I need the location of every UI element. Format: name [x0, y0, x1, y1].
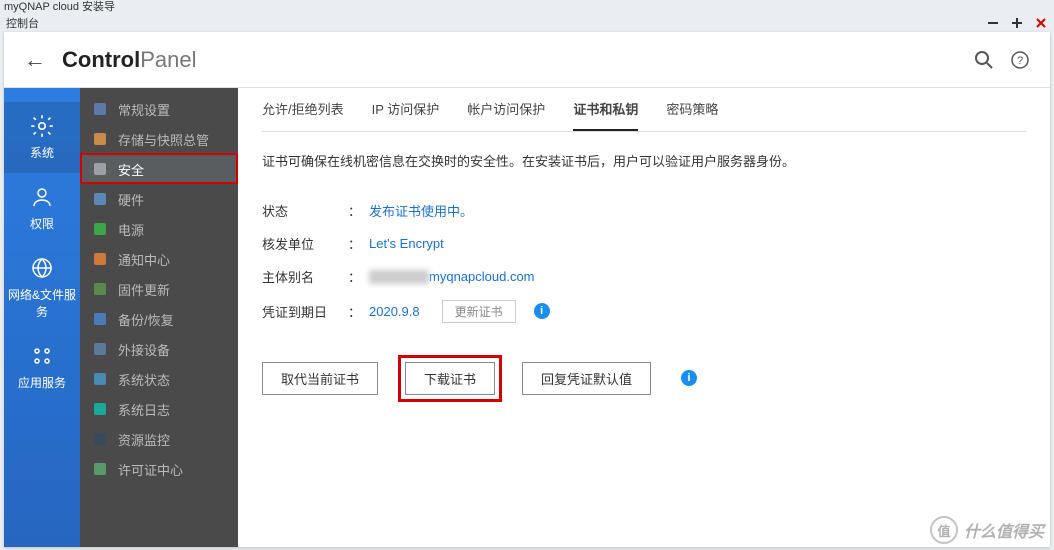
expiry-value: 2020.9.8 — [369, 304, 420, 319]
san-row: 主体别名 ： myqnapcloud.com — [262, 267, 1026, 286]
titlebar: 控制台 — [0, 14, 1054, 32]
info-icon[interactable]: i — [681, 370, 697, 386]
sidebar-item-0[interactable]: 常规设置 — [80, 94, 238, 124]
gear-icon — [28, 112, 56, 140]
svg-text:?: ? — [1017, 55, 1023, 67]
watermark: 值 什么值得买 — [930, 516, 1044, 544]
lock-icon — [92, 161, 108, 177]
sidebar-item-6[interactable]: 固件更新 — [80, 274, 238, 304]
header: ← ControlPanel ? — [4, 32, 1050, 88]
pulse-icon — [92, 431, 108, 447]
sidebar-item-7[interactable]: 备份/恢复 — [80, 304, 238, 334]
issuer-row: 核发单位 ： Let's Encrypt — [262, 234, 1026, 253]
restore-cert-button[interactable]: 回复凭证默认值 — [522, 362, 651, 395]
disk-icon — [92, 131, 108, 147]
globe-icon — [28, 254, 56, 282]
rail-item-0[interactable]: 系统 — [4, 102, 80, 173]
status-label: 状态 — [262, 201, 340, 220]
san-value: myqnapcloud.com — [369, 269, 535, 285]
sidebar-item-4[interactable]: 电源 — [80, 214, 238, 244]
issuer-value: Let's Encrypt — [369, 236, 444, 251]
backup-icon — [92, 311, 108, 327]
issuer-label: 核发单位 — [262, 234, 340, 253]
info-icon[interactable]: i — [534, 303, 550, 319]
rail-item-3[interactable]: 应用服务 — [4, 332, 80, 403]
sidebar-item-5[interactable]: 通知中心 — [80, 244, 238, 274]
status-row: 状态 ： 发布证书使用中。 — [262, 201, 1026, 220]
sidebar-item-9[interactable]: 系统状态 — [80, 364, 238, 394]
tab-4[interactable]: 密码策略 — [666, 88, 718, 131]
tab-1[interactable]: IP 访问保护 — [372, 88, 440, 131]
replace-cert-button[interactable]: 取代当前证书 — [262, 362, 378, 395]
license-icon — [92, 461, 108, 477]
back-arrow-icon[interactable]: ← — [24, 47, 46, 73]
redacted-prefix — [369, 270, 429, 284]
user-icon — [28, 183, 56, 211]
topmost-bar: myQNAP cloud 安装导 — [0, 0, 1054, 14]
tab-bar: 允许/拒绝列表 IP 访问保护帐户访问保护证书和私钥密码策略 — [262, 88, 1026, 132]
minimize-icon[interactable] — [986, 16, 1000, 30]
apps-icon — [28, 342, 56, 370]
expiry-label: 凭证到期日 — [262, 302, 340, 321]
tab-3[interactable]: 证书和私钥 — [573, 88, 638, 131]
content-pane: 允许/拒绝列表 IP 访问保护帐户访问保护证书和私钥密码策略 证书可确保在线机密信… — [238, 88, 1050, 547]
sidebar-item-11[interactable]: 资源监控 — [80, 424, 238, 454]
watermark-text: 什么值得买 — [964, 518, 1044, 542]
control-panel-window: ← ControlPanel ? 系统权限网络&文件服务应用服务 常规设置存储与… — [4, 32, 1050, 547]
usb-icon — [92, 341, 108, 357]
description-text: 证书可确保在线机密信息在交换时的安全性。在安装证书后，用户可以验证用户服务器身份… — [262, 152, 1026, 173]
sidebar-item-12[interactable]: 许可证中心 — [80, 454, 238, 484]
log-icon — [92, 401, 108, 417]
sidebar-item-8[interactable]: 外接设备 — [80, 334, 238, 364]
renew-cert-button[interactable]: 更新证书 — [442, 300, 516, 323]
sidebar-item-10[interactable]: 系统日志 — [80, 394, 238, 424]
clipboard-icon — [92, 101, 108, 117]
sidebar-item-1[interactable]: 存储与快照总管 — [80, 124, 238, 154]
close-icon[interactable] — [1034, 16, 1048, 30]
sidebar-item-3[interactable]: 硬件 — [80, 184, 238, 214]
help-icon[interactable]: ? — [1010, 50, 1030, 70]
tab-2[interactable]: 帐户访问保护 — [467, 88, 545, 131]
watermark-badge: 值 — [930, 516, 958, 544]
rail-item-1[interactable]: 权限 — [4, 173, 80, 244]
search-icon[interactable] — [974, 50, 994, 70]
tab-0[interactable]: 允许/拒绝列表 — [262, 88, 344, 131]
chip-icon — [92, 191, 108, 207]
san-label: 主体别名 — [262, 267, 340, 286]
bell-icon — [92, 251, 108, 267]
app-title: ControlPanel — [62, 47, 196, 73]
expiry-row: 凭证到期日 ： 2020.9.8 更新证书 i — [262, 300, 1026, 323]
window-title: 控制台 — [6, 15, 39, 31]
sidebar-item-2[interactable]: 安全 — [80, 154, 238, 184]
refresh-icon — [92, 281, 108, 297]
category-rail: 系统权限网络&文件服务应用服务 — [4, 88, 80, 547]
sidebar: 常规设置存储与快照总管安全硬件电源通知中心固件更新备份/恢复外接设备系统状态系统… — [80, 88, 238, 547]
download-cert-button[interactable]: 下载证书 — [405, 362, 495, 395]
monitor-icon — [92, 371, 108, 387]
bulb-icon — [92, 221, 108, 237]
rail-item-2[interactable]: 网络&文件服务 — [4, 244, 80, 332]
status-value: 发布证书使用中。 — [369, 201, 473, 220]
maximize-icon[interactable] — [1010, 16, 1024, 30]
action-button-row: 取代当前证书 下载证书 回复凭证默认值 i — [262, 355, 1026, 402]
download-highlight: 下载证书 — [398, 355, 502, 402]
